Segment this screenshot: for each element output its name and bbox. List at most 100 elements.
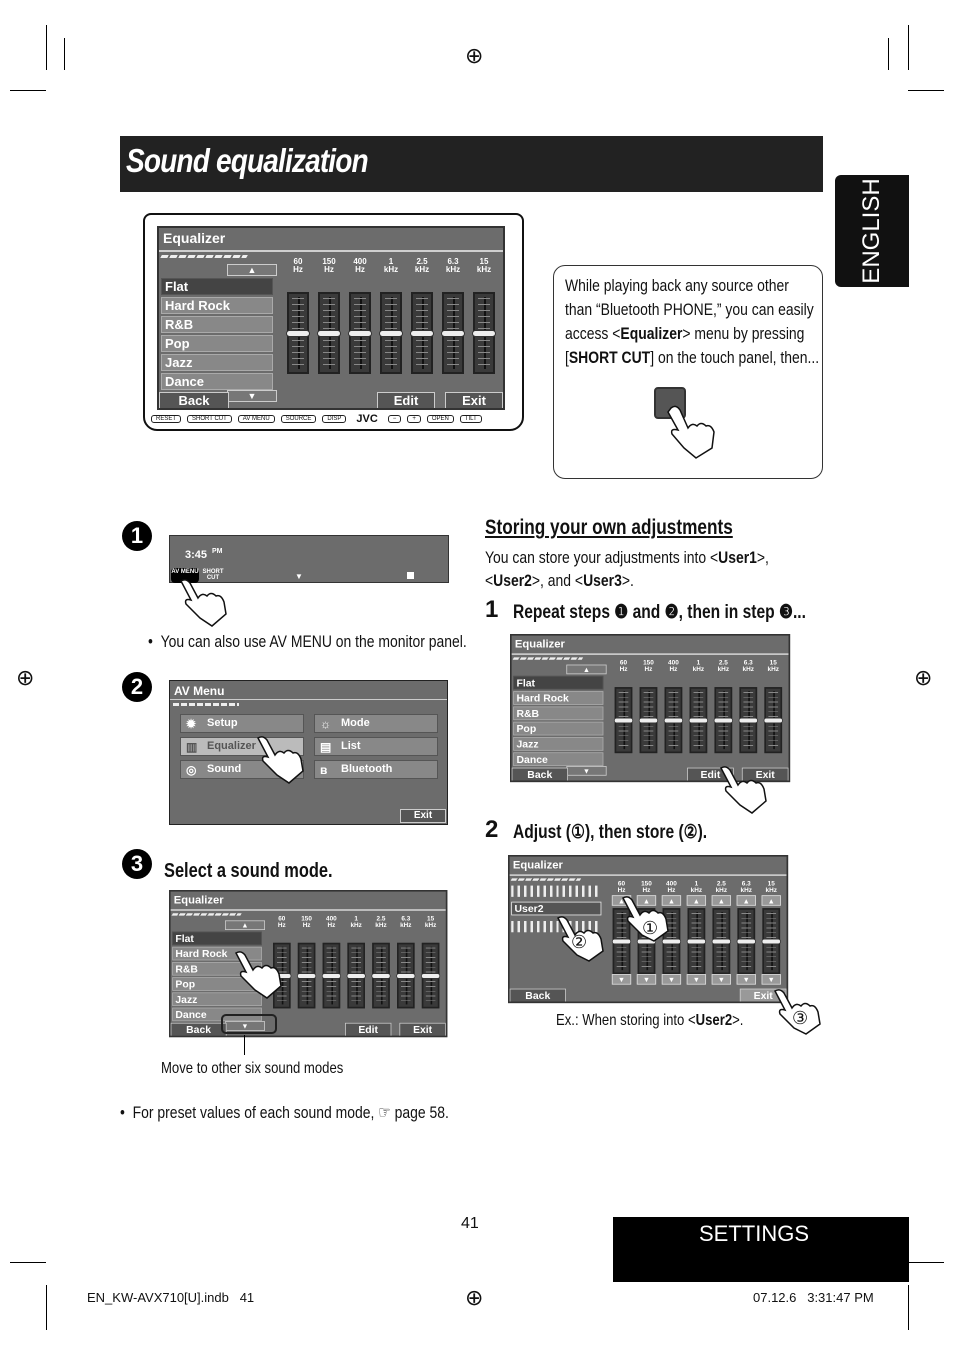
- band-slider[interactable]: [396, 942, 416, 1009]
- band-down-button[interactable]: ▼: [636, 974, 657, 985]
- device-button[interactable]: TILT: [459, 415, 482, 423]
- slider-knob[interactable]: [348, 330, 372, 337]
- sound-mode-item[interactable]: R&B: [513, 706, 604, 721]
- scroll-down-button[interactable]: ▼: [566, 766, 607, 776]
- band-slider[interactable]: [346, 942, 366, 1009]
- sound-mode-item[interactable]: Pop: [161, 335, 273, 352]
- device-button[interactable]: −: [387, 415, 402, 423]
- band-slider[interactable]: [286, 292, 310, 374]
- slider-knob[interactable]: [613, 717, 634, 724]
- band-slider[interactable]: [348, 292, 372, 374]
- band-slider[interactable]: [761, 908, 781, 975]
- device-button[interactable]: +: [407, 415, 421, 423]
- band-up-button[interactable]: ▲: [736, 895, 756, 906]
- band-slider[interactable]: [613, 687, 634, 754]
- edit-button[interactable]: Edit: [345, 1022, 392, 1036]
- band-slider[interactable]: [688, 687, 709, 754]
- sound-mode-item[interactable]: Flat: [513, 675, 604, 690]
- scroll-up-button[interactable]: ▲: [225, 920, 265, 930]
- device-button[interactable]: SHORT CUT: [187, 415, 232, 423]
- slider-knob[interactable]: [688, 717, 709, 724]
- device-button[interactable]: DISP: [322, 415, 347, 423]
- user-preset-item[interactable]: User2: [511, 901, 602, 916]
- exit-button[interactable]: Exit: [400, 809, 446, 823]
- device-button[interactable]: AV MENU: [237, 415, 275, 423]
- back-button[interactable]: Back: [170, 1022, 227, 1036]
- slider-knob[interactable]: [379, 330, 403, 337]
- down-arrow-icon[interactable]: ▼: [295, 572, 303, 581]
- slider-knob[interactable]: [663, 717, 684, 724]
- band-slider[interactable]: [379, 292, 403, 374]
- device-button[interactable]: JVC: [352, 413, 381, 425]
- band-slider[interactable]: [686, 908, 707, 975]
- band-slider[interactable]: [763, 687, 783, 754]
- slider-knob[interactable]: [736, 938, 756, 945]
- stop-icon[interactable]: [407, 572, 414, 579]
- slider-knob[interactable]: [321, 973, 341, 979]
- slider-knob[interactable]: [472, 330, 496, 337]
- band-slider[interactable]: [321, 942, 341, 1009]
- sound-mode-item[interactable]: Pop: [513, 721, 604, 736]
- band-up-button[interactable]: ▲: [711, 895, 731, 906]
- slider-knob[interactable]: [441, 330, 465, 337]
- band-down-button[interactable]: ▼: [711, 974, 731, 985]
- band-slider[interactable]: [441, 292, 465, 374]
- back-button[interactable]: Back: [159, 392, 229, 408]
- band-up-button[interactable]: ▲: [761, 895, 781, 906]
- menu-item-list[interactable]: ▤ List: [314, 737, 438, 756]
- band-slider[interactable]: [421, 942, 441, 1009]
- sound-mode-item[interactable]: Jazz: [161, 354, 273, 371]
- menu-item-setup[interactable]: ✹ Setup: [180, 714, 304, 733]
- slider-knob[interactable]: [396, 973, 416, 979]
- slider-knob[interactable]: [346, 973, 366, 979]
- slider-knob[interactable]: [686, 938, 707, 945]
- band-slider[interactable]: [638, 687, 659, 754]
- band-slider[interactable]: [736, 908, 756, 975]
- slider-knob[interactable]: [421, 973, 441, 979]
- device-button[interactable]: RESET: [151, 415, 182, 423]
- band-slider[interactable]: [738, 687, 758, 754]
- sound-mode-item[interactable]: Hard Rock: [161, 297, 273, 314]
- exit-button[interactable]: Exit: [399, 1022, 446, 1036]
- slider-knob[interactable]: [317, 330, 341, 337]
- slider-knob[interactable]: [371, 973, 391, 979]
- back-button[interactable]: Back: [509, 988, 566, 1002]
- menu-item-bluetooth[interactable]: ʙ Bluetooth: [314, 760, 438, 779]
- band-slider[interactable]: [663, 687, 684, 754]
- slider-knob[interactable]: [286, 330, 310, 337]
- sound-mode-item[interactable]: R&B: [161, 316, 273, 333]
- slider-knob[interactable]: [713, 717, 733, 724]
- scroll-up-button[interactable]: ▲: [227, 264, 277, 276]
- slider-knob[interactable]: [711, 938, 731, 945]
- band-slider[interactable]: [711, 908, 731, 975]
- band-slider[interactable]: [317, 292, 341, 374]
- slider-knob[interactable]: [738, 717, 758, 724]
- band-down-button[interactable]: ▼: [686, 974, 707, 985]
- back-button[interactable]: Back: [511, 767, 568, 781]
- band-slider[interactable]: [297, 942, 317, 1009]
- sound-mode-item[interactable]: Flat: [172, 931, 262, 946]
- band-down-button[interactable]: ▼: [661, 974, 682, 985]
- slider-knob[interactable]: [410, 330, 434, 337]
- band-up-button[interactable]: ▲: [686, 895, 707, 906]
- band-down-button[interactable]: ▼: [761, 974, 781, 985]
- slider-knob[interactable]: [638, 717, 659, 724]
- edit-button[interactable]: Edit: [377, 392, 435, 408]
- sound-mode-item[interactable]: Dance: [513, 752, 604, 767]
- sound-mode-item[interactable]: Hard Rock: [513, 691, 604, 705]
- sound-mode-item[interactable]: Jazz: [513, 737, 604, 751]
- scroll-up-button[interactable]: ▲: [566, 664, 607, 675]
- band-slider[interactable]: [713, 687, 733, 754]
- slider-knob[interactable]: [761, 938, 781, 945]
- band-slider[interactable]: [371, 942, 391, 1009]
- band-slider[interactable]: [410, 292, 434, 374]
- scroll-down-button[interactable]: ▼: [227, 390, 277, 402]
- device-button[interactable]: OPEN: [426, 415, 454, 423]
- menu-item-mode[interactable]: ☼ Mode: [314, 714, 438, 733]
- slider-knob[interactable]: [297, 973, 317, 979]
- band-down-button[interactable]: ▼: [736, 974, 756, 985]
- slider-knob[interactable]: [763, 717, 783, 724]
- band-slider[interactable]: [472, 292, 496, 374]
- exit-button[interactable]: Exit: [445, 392, 503, 408]
- sound-mode-item[interactable]: Flat: [161, 278, 273, 295]
